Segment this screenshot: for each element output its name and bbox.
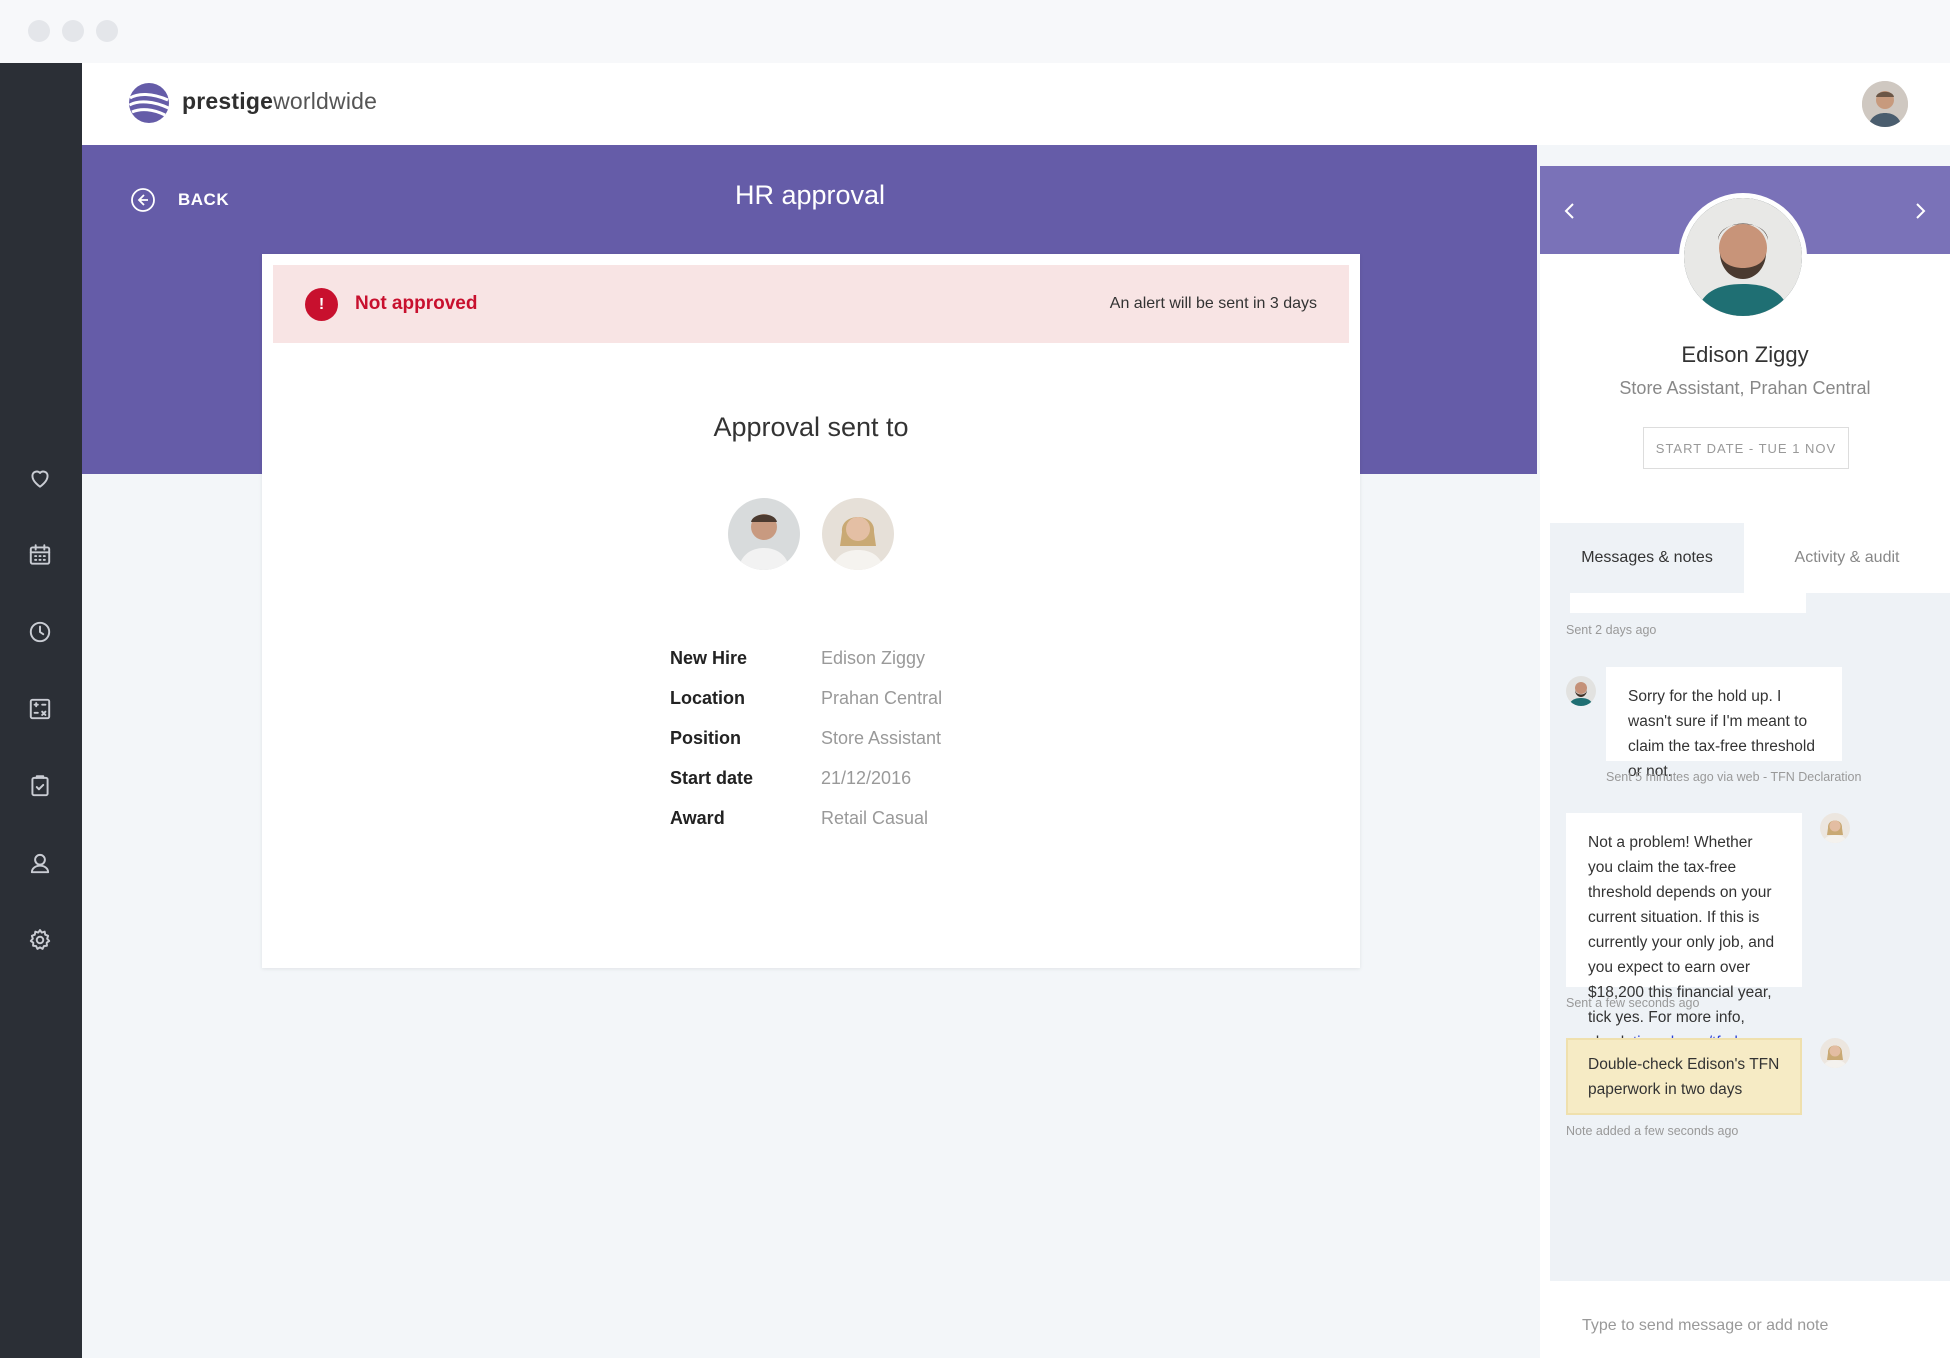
message-meta: Sent 2 days ago <box>1566 623 1657 637</box>
top-bar: prestigeworldwide <box>82 63 1950 145</box>
alert-icon: ! <box>305 288 338 321</box>
page-title: HR approval <box>734 180 886 210</box>
detail-value: Retail Casual <box>821 807 929 828</box>
message-meta: Sent 5 minutes ago via web - TFN Declara… <box>1606 770 1862 784</box>
tab-messages-notes[interactable]: Messages & notes <box>1550 523 1744 593</box>
user-icon <box>30 853 50 874</box>
detail-value: 21/12/2016 <box>821 767 912 788</box>
detail-row-position: Position Store Assistant <box>670 718 942 758</box>
detail-label: Position <box>670 727 741 748</box>
status-badge: Not approved <box>355 293 478 314</box>
employee-role: Store Assistant, Prahan Central <box>1619 378 1871 398</box>
internal-note: Double-check Edison's TFN paperwork in t… <box>1566 1038 1802 1115</box>
dashboard-icon <box>29 698 51 720</box>
hr-photo-icon <box>1820 813 1850 843</box>
detail-label: New Hire <box>670 647 748 668</box>
message-bubble <box>1570 593 1806 613</box>
employee-photo-icon <box>1684 198 1802 316</box>
window-titlebar <box>0 0 1950 63</box>
detail-row-award: Award Retail Casual <box>670 798 942 838</box>
clipboard-check-icon <box>31 775 49 797</box>
logo-mark-icon <box>128 83 170 123</box>
alert-note: An alert will be sent in 3 days <box>1109 295 1317 312</box>
back-arrow-circle-icon <box>131 188 155 212</box>
detail-row-start-date: Start date 21/12/2016 <box>670 758 942 798</box>
note-meta: Note added a few seconds ago <box>1566 1124 1739 1138</box>
brand-light: worldwide <box>273 88 378 114</box>
status-alert: ! Not approved An alert will be sent in … <box>273 265 1349 343</box>
detail-label: Award <box>670 807 725 828</box>
approver-avatar[interactable] <box>728 498 800 570</box>
detail-label: Location <box>670 687 745 708</box>
message-bubble: Sorry for the hold up. I wasn't sure if … <box>1606 667 1842 780</box>
detail-row-location: Location Prahan Central <box>670 678 942 718</box>
sender-avatar <box>1566 676 1596 706</box>
sidebar-item-people[interactable] <box>24 847 56 879</box>
employee-panel: Edison Ziggy Store Assistant, Prahan Cen… <box>1540 166 1950 1358</box>
tab-activity-audit[interactable]: Activity & audit <box>1744 523 1950 593</box>
sidebar <box>0 63 82 1358</box>
message-feed[interactable]: Sent 2 days ago Sorry for the hold up. I… <box>1550 593 1950 1281</box>
panel-tabs: Messages & notes Activity & audit <box>1550 523 1950 593</box>
gear-icon <box>29 929 51 950</box>
clock-icon <box>29 621 51 643</box>
chevron-left-icon <box>1564 203 1574 219</box>
sender-avatar <box>1820 1038 1850 1068</box>
sidebar-item-dashboard[interactable] <box>24 693 56 725</box>
chevron-right-icon <box>1916 203 1926 219</box>
detail-row-new-hire: New Hire Edison Ziggy <box>670 638 942 678</box>
previous-employee-button[interactable] <box>1555 196 1585 226</box>
back-button[interactable]: BACK <box>130 187 229 213</box>
approver-photo-icon <box>822 498 894 570</box>
brand-wordmark[interactable]: prestigeworldwide <box>182 88 377 115</box>
next-employee-button[interactable] <box>1905 196 1935 226</box>
message-bubble: Not a problem! Whether you claim the tax… <box>1566 813 1802 1051</box>
message-input[interactable] <box>1582 1311 1922 1341</box>
approval-sent-heading: Approval sent to <box>713 412 909 442</box>
sender-avatar <box>1820 813 1850 843</box>
detail-label: Start date <box>670 767 754 788</box>
user-photo-icon <box>1862 81 1908 127</box>
approver-photo-icon <box>728 498 800 570</box>
sidebar-item-timesheets[interactable] <box>24 616 56 648</box>
employee-name: Edison Ziggy <box>1681 342 1809 367</box>
back-label: BACK <box>178 190 230 209</box>
calendar-icon <box>29 544 51 565</box>
message-text: Not a problem! Whether you claim the tax… <box>1588 834 1775 1051</box>
detail-value: Store Assistant <box>821 727 942 748</box>
heart-icon <box>31 470 49 488</box>
hire-details: New Hire Edison Ziggy Location Prahan Ce… <box>670 638 942 838</box>
window-close-dot[interactable] <box>28 20 50 42</box>
sidebar-item-tasks[interactable] <box>24 770 56 802</box>
window-minimize-dot[interactable] <box>62 20 84 42</box>
message-meta: Sent a few seconds ago <box>1566 996 1700 1010</box>
detail-value: Edison Ziggy <box>821 647 926 668</box>
approval-card: ! Not approved An alert will be sent in … <box>262 254 1360 968</box>
sidebar-item-favourites[interactable] <box>24 462 56 494</box>
sidebar-item-settings[interactable] <box>24 924 56 956</box>
current-user-avatar[interactable] <box>1862 81 1908 127</box>
employee-photo-icon <box>1566 676 1596 706</box>
start-date-badge: START DATE - TUE 1 NOV <box>1643 427 1849 469</box>
brand-bold: prestige <box>182 88 274 114</box>
hr-photo-icon <box>1820 1038 1850 1068</box>
approver-avatar[interactable] <box>822 498 894 570</box>
window-maximize-dot[interactable] <box>96 20 118 42</box>
sidebar-item-calendar[interactable] <box>24 539 56 571</box>
employee-avatar <box>1679 193 1807 321</box>
detail-value: Prahan Central <box>821 687 943 708</box>
